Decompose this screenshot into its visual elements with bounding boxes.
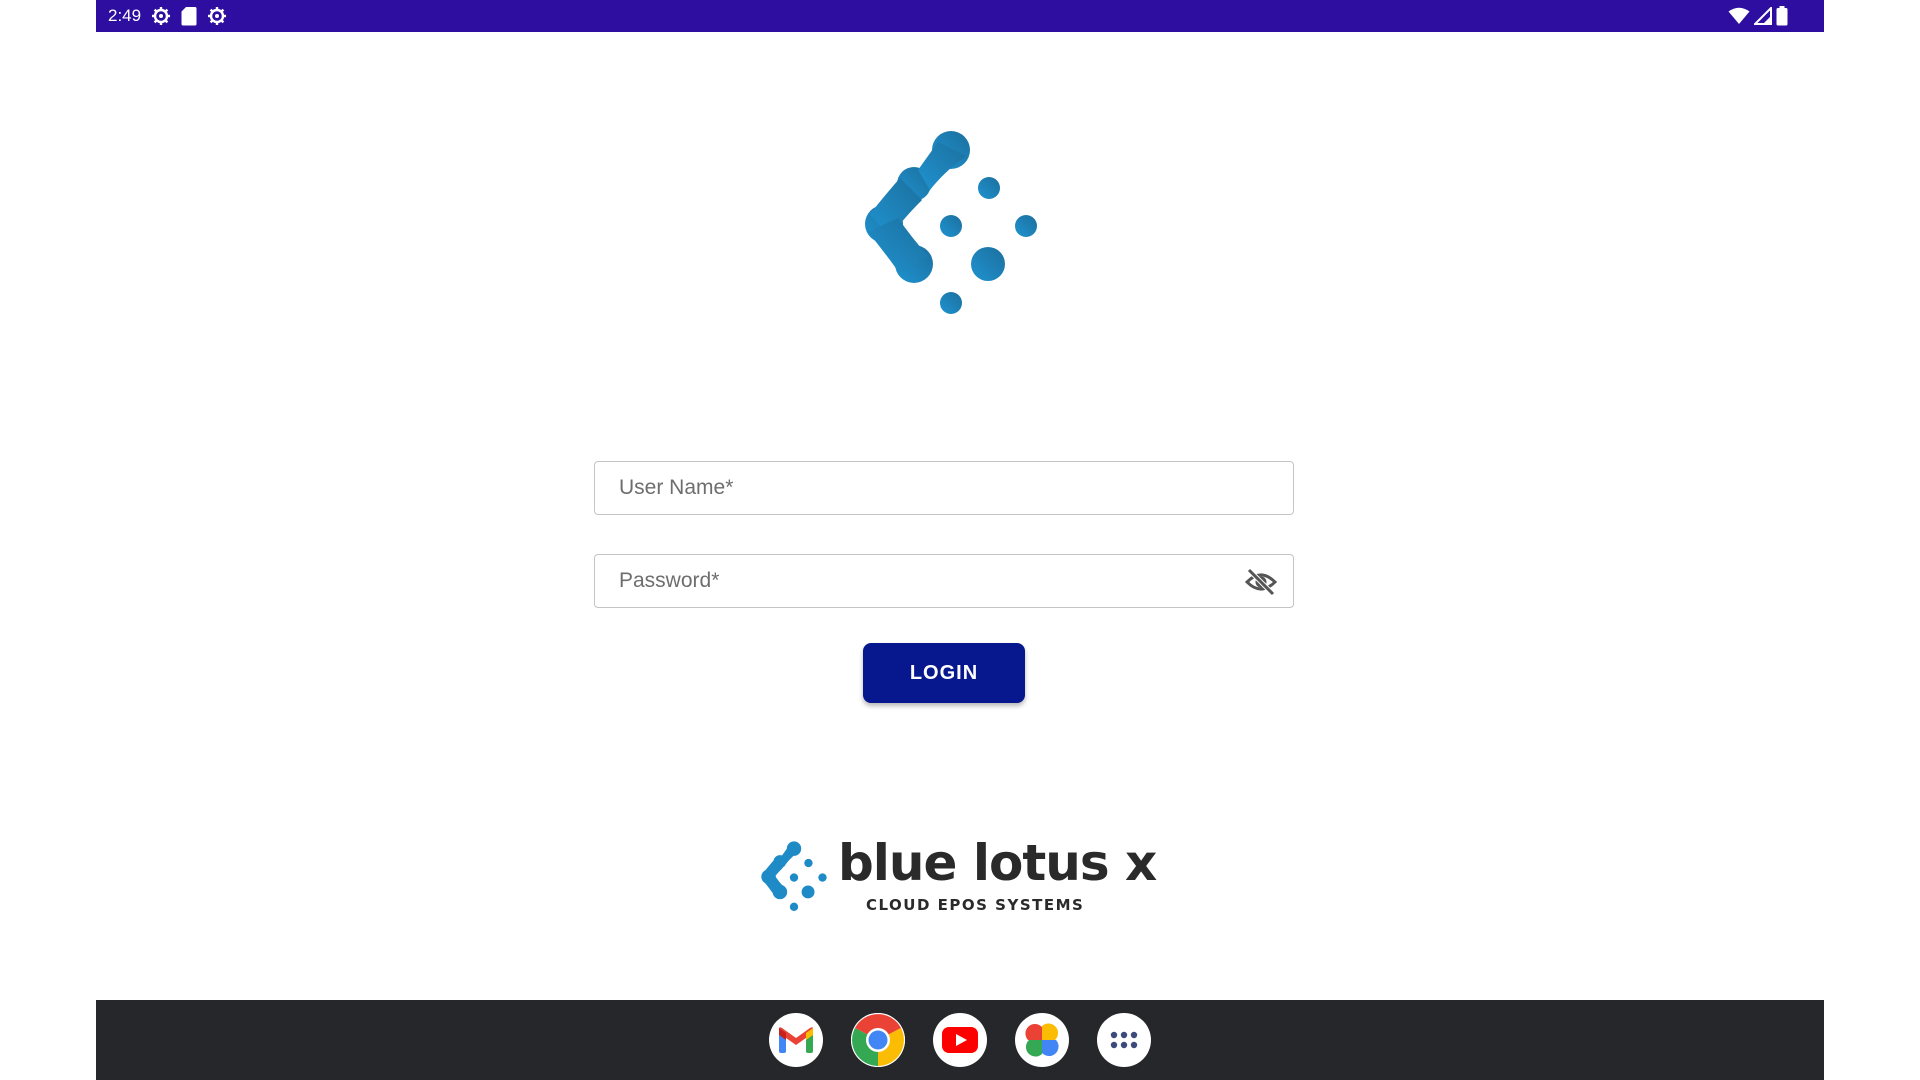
- username-input[interactable]: [595, 462, 1293, 514]
- photos-icon[interactable]: [1015, 1013, 1069, 1067]
- username-field[interactable]: [594, 461, 1294, 515]
- password-field[interactable]: [594, 554, 1294, 608]
- brand-name: blue lotus x: [838, 834, 1157, 892]
- login-button[interactable]: LOGIN: [863, 643, 1025, 703]
- settings-gear-icon: [208, 7, 227, 25]
- settings-gear-icon: [152, 7, 171, 25]
- sd-card-icon: [181, 7, 197, 26]
- password-input[interactable]: [595, 555, 1293, 607]
- brand-logo-mark: [865, 131, 1037, 314]
- wifi-icon: [1728, 7, 1750, 24]
- taskbar: [96, 1000, 1824, 1080]
- youtube-icon[interactable]: [933, 1013, 987, 1067]
- brand-tagline: CLOUD EPOS SYSTEMS: [866, 896, 1085, 914]
- visibility-off-icon[interactable]: [1245, 567, 1277, 597]
- gmail-icon[interactable]: [769, 1013, 823, 1067]
- battery-icon: [1776, 6, 1788, 26]
- status-time: 2:49: [108, 6, 142, 25]
- chrome-icon[interactable]: [851, 1013, 905, 1067]
- brand-wordmark: blue lotus x CLOUD EPOS SYSTEMS: [754, 834, 1174, 914]
- status-bar: 2:49: [96, 0, 1824, 32]
- brand-small-logo-icon: [761, 841, 827, 911]
- app-drawer-icon[interactable]: [1097, 1013, 1151, 1067]
- cellular-signal-icon: [1754, 7, 1772, 25]
- status-right: [1728, 6, 1788, 26]
- status-left: 2:49: [108, 6, 227, 26]
- device-screen: 2:49 User Name* LOGIN blue lotus x CLOUD…: [96, 0, 1824, 1080]
